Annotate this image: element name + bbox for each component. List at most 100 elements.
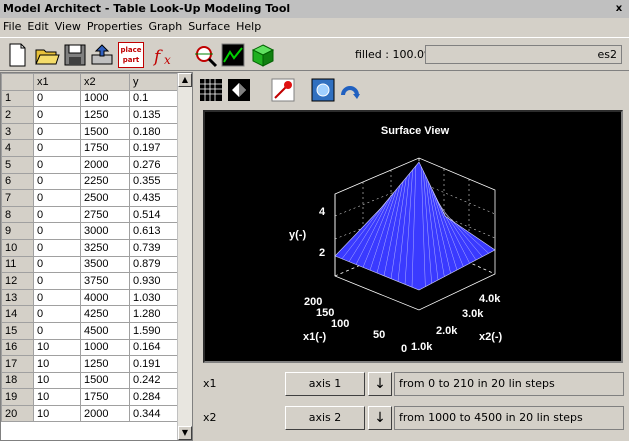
- shade-icon[interactable]: [226, 77, 252, 103]
- cell-y[interactable]: 0.164: [129, 338, 180, 357]
- cell-x2[interactable]: 3250: [80, 238, 130, 257]
- axis-range-field[interactable]: from 0 to 210 in 20 lin steps: [394, 372, 624, 396]
- cell-x1[interactable]: 10: [33, 388, 81, 406]
- table-row[interactable]: 18 10 1500 0.242: [1, 371, 180, 390]
- cell-y[interactable]: 0.191: [129, 355, 180, 373]
- cell-y[interactable]: 0.355: [129, 172, 180, 191]
- cell-y[interactable]: 0.879: [129, 255, 180, 274]
- axis-2-button[interactable]: axis 2: [285, 406, 365, 430]
- cell-x1[interactable]: 0: [33, 255, 81, 274]
- arrow-down-icon[interactable]: ↓: [368, 372, 392, 396]
- scroll-up-icon[interactable]: ▲: [178, 73, 192, 87]
- cell-x2[interactable]: 1000: [80, 338, 130, 357]
- cell-x2[interactable]: 3000: [80, 222, 130, 240]
- table-row[interactable]: 19 10 1750 0.284: [1, 388, 180, 406]
- scroll-down-icon[interactable]: ▼: [178, 426, 192, 440]
- line-graph-icon[interactable]: [220, 42, 246, 68]
- cell-y[interactable]: 0.435: [129, 189, 180, 207]
- table-row[interactable]: 13 0 4000 1.030: [1, 288, 180, 307]
- table-row[interactable]: 3 0 1500 0.180: [1, 122, 180, 141]
- cell-x1[interactable]: 10: [33, 355, 81, 373]
- cell-x1[interactable]: 0: [33, 89, 81, 108]
- cell-x1[interactable]: 0: [33, 172, 81, 191]
- cell-y[interactable]: 0.613: [129, 222, 180, 240]
- table-row[interactable]: 11 0 3500 0.879: [1, 255, 180, 274]
- cell-y[interactable]: 0.344: [129, 404, 180, 423]
- cell-x2[interactable]: 1000: [80, 89, 130, 108]
- table-row[interactable]: 16 10 1000 0.164: [1, 338, 180, 357]
- cell-x1[interactable]: 0: [33, 106, 81, 124]
- cell-x2[interactable]: 1750: [80, 139, 130, 157]
- table-row[interactable]: 8 0 2750 0.514: [1, 205, 180, 224]
- column-header-y[interactable]: y: [129, 73, 180, 91]
- cell-x2[interactable]: 4250: [80, 305, 130, 323]
- table-row[interactable]: 10 0 3250 0.739: [1, 238, 180, 257]
- cell-y[interactable]: 0.276: [129, 155, 180, 174]
- cell-y[interactable]: 0.514: [129, 205, 180, 224]
- cell-x1[interactable]: 0: [33, 155, 81, 174]
- table-row[interactable]: 6 0 2250 0.355: [1, 172, 180, 191]
- table-row[interactable]: 14 0 4250 1.280: [1, 305, 180, 323]
- cell-x1[interactable]: 0: [33, 272, 81, 290]
- cell-y[interactable]: 0.739: [129, 238, 180, 257]
- menu-edit[interactable]: Edit: [24, 20, 51, 33]
- cell-x2[interactable]: 4000: [80, 288, 130, 307]
- cell-x1[interactable]: 10: [33, 404, 81, 423]
- cell-x2[interactable]: 1750: [80, 388, 130, 406]
- axis-1-button[interactable]: axis 1: [285, 372, 365, 396]
- table-row[interactable]: 5 0 2000 0.276: [1, 155, 180, 174]
- table-row[interactable]: 20 10 2000 0.344: [1, 404, 180, 423]
- cell-x1[interactable]: 0: [33, 238, 81, 257]
- rotate-icon[interactable]: [337, 77, 363, 103]
- column-header-x1[interactable]: x1: [33, 73, 81, 91]
- save-disk-icon[interactable]: [62, 42, 88, 68]
- cell-x2[interactable]: 2000: [80, 155, 130, 174]
- cell-x1[interactable]: 0: [33, 288, 81, 307]
- cell-x2[interactable]: 1250: [80, 106, 130, 124]
- surface-plot[interactable]: Surface View y(-) 2 4 0 50 100 150 200 x…: [203, 110, 623, 363]
- place-part-icon[interactable]: place part: [118, 42, 144, 68]
- table-row[interactable]: 2 0 1250 0.135: [1, 106, 180, 124]
- function-fx-icon[interactable]: fx: [152, 42, 178, 68]
- table-row[interactable]: 7 0 2500 0.435: [1, 189, 180, 207]
- cell-x2[interactable]: 2500: [80, 189, 130, 207]
- table-row[interactable]: 1 0 1000 0.1: [1, 89, 180, 108]
- close-icon[interactable]: x: [613, 2, 625, 15]
- table-row[interactable]: 9 0 3000 0.613: [1, 222, 180, 240]
- table-row[interactable]: 17 10 1250 0.191: [1, 355, 180, 373]
- cell-x1[interactable]: 10: [33, 371, 81, 390]
- cell-x2[interactable]: 2250: [80, 172, 130, 191]
- export-icon[interactable]: [89, 42, 115, 68]
- cell-x2[interactable]: 1500: [80, 371, 130, 390]
- column-header-x2[interactable]: x2: [80, 73, 130, 91]
- view-3d-icon[interactable]: [310, 77, 336, 103]
- table-scrollbar[interactable]: ▲ ▼: [177, 73, 192, 440]
- grid-icon[interactable]: [198, 77, 224, 103]
- new-file-icon[interactable]: [4, 42, 30, 68]
- menu-surface[interactable]: Surface: [185, 20, 233, 33]
- cell-x1[interactable]: 10: [33, 338, 81, 357]
- axis-range-field[interactable]: from 1000 to 4500 in 20 lin steps: [394, 406, 624, 430]
- cell-x2[interactable]: 1500: [80, 122, 130, 141]
- cell-y[interactable]: 1.280: [129, 305, 180, 323]
- menu-view[interactable]: View: [52, 20, 84, 33]
- cell-y[interactable]: 1.590: [129, 321, 180, 340]
- cell-y[interactable]: 1.030: [129, 288, 180, 307]
- cell-y[interactable]: 0.930: [129, 272, 180, 290]
- cell-x2[interactable]: 3750: [80, 272, 130, 290]
- cell-x2[interactable]: 1250: [80, 355, 130, 373]
- cell-y[interactable]: 0.242: [129, 371, 180, 390]
- open-folder-icon[interactable]: [34, 42, 60, 68]
- cell-y[interactable]: 0.1: [129, 89, 180, 108]
- cell-x1[interactable]: 0: [33, 321, 81, 340]
- cell-y[interactable]: 0.197: [129, 139, 180, 157]
- cube-icon[interactable]: [250, 42, 276, 68]
- cell-x1[interactable]: 0: [33, 205, 81, 224]
- data-table[interactable]: x1 x2 y 1 0 1000 0.1 2 0 1250 0.135 3 0 1500 0.180 4…: [1, 73, 180, 423]
- cell-x1[interactable]: 0: [33, 139, 81, 157]
- menu-properties[interactable]: Properties: [84, 20, 146, 33]
- cell-x2[interactable]: 3500: [80, 255, 130, 274]
- cell-y[interactable]: 0.284: [129, 388, 180, 406]
- cell-y[interactable]: 0.180: [129, 122, 180, 141]
- cell-x2[interactable]: 4500: [80, 321, 130, 340]
